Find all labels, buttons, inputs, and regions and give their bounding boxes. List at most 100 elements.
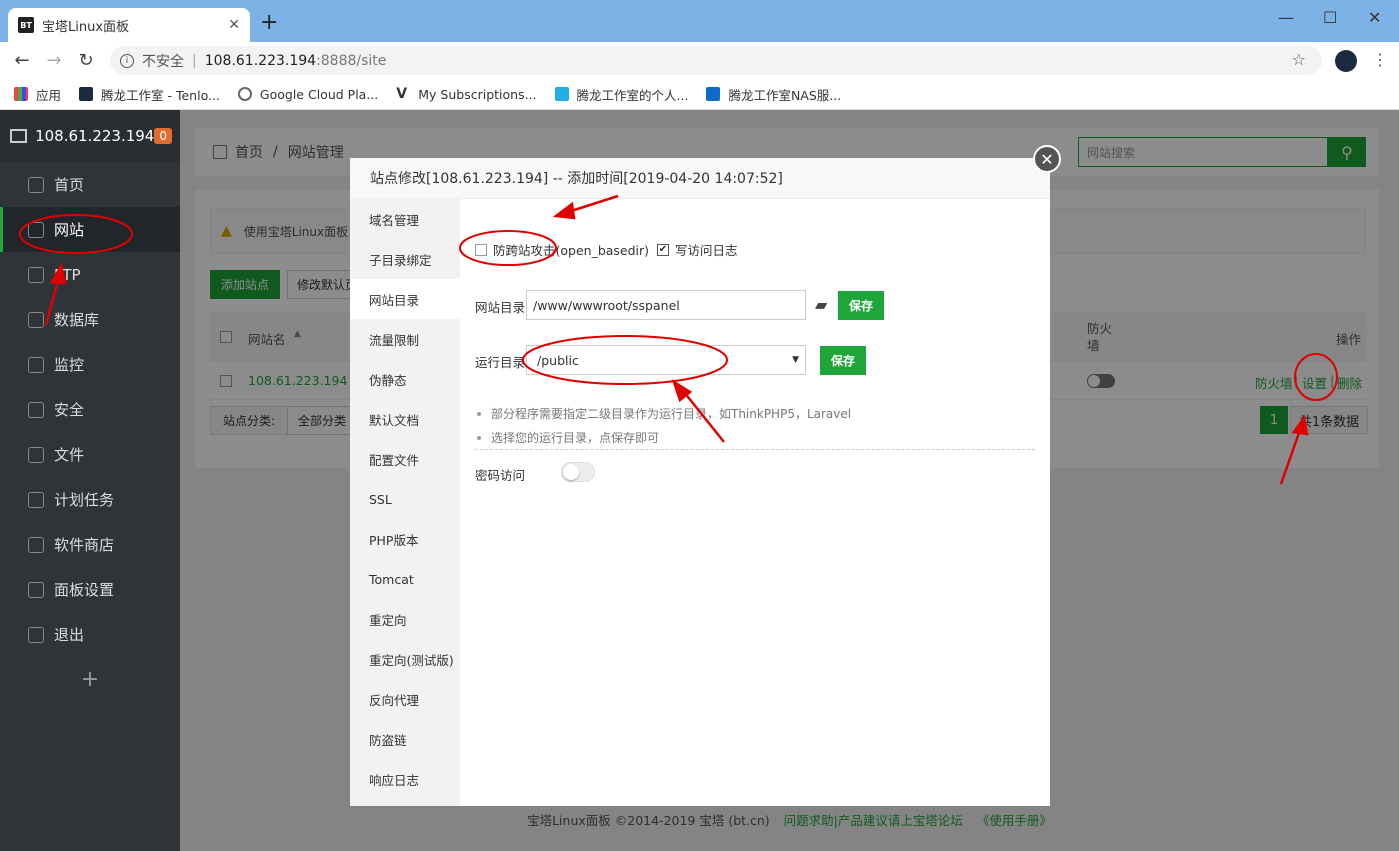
sidebar-item-label: 文件 bbox=[54, 446, 85, 464]
apps-icon bbox=[14, 87, 28, 101]
sidebar-item-10[interactable]: 退出 bbox=[0, 612, 180, 657]
bookmark-label: 腾龙工作室的个人... bbox=[576, 87, 689, 103]
modal-nav-item-13[interactable]: 防盗链 bbox=[350, 719, 460, 759]
url-separator: | bbox=[192, 52, 197, 69]
modal-nav-item-11[interactable]: 重定向(测试版) bbox=[350, 639, 460, 679]
url-host: 108.61.223.194 bbox=[204, 52, 317, 69]
sidebar-add-button[interactable]: + bbox=[0, 657, 180, 702]
open-basedir-checkbox[interactable] bbox=[475, 243, 487, 256]
bookmark-label: 腾龙工作室NAS服... bbox=[728, 87, 842, 103]
grid-icon bbox=[28, 536, 44, 553]
bookmark-label: 腾龙工作室 - Tenlo... bbox=[101, 87, 220, 103]
maximize-icon[interactable]: ☐ bbox=[1323, 8, 1337, 27]
modal-nav-item-9[interactable]: Tomcat bbox=[350, 559, 460, 599]
bookmark-item[interactable]: 腾龙工作室 - Tenlo... bbox=[79, 85, 220, 104]
forward-icon[interactable]: → bbox=[38, 50, 70, 71]
window-close-icon[interactable]: ✕ bbox=[1368, 8, 1381, 27]
ftp-icon bbox=[28, 266, 44, 283]
run-dir-select[interactable]: /public ▼ bbox=[526, 345, 806, 375]
modal-close-button[interactable]: ✕ bbox=[1033, 145, 1061, 173]
site-dir-input[interactable]: /www/wwwroot/sspanel bbox=[526, 290, 806, 320]
password-toggle[interactable] bbox=[561, 462, 595, 482]
modal-nav-item-7[interactable]: SSL bbox=[350, 479, 460, 519]
modal-title: 站点修改[108.61.223.194] -- 添加时间[2019-04-20 … bbox=[350, 158, 1050, 199]
monitor-icon bbox=[10, 129, 28, 143]
modal-nav-item-1[interactable]: 子目录绑定 bbox=[350, 239, 460, 279]
modal-nav-item-0[interactable]: 域名管理 bbox=[350, 199, 460, 239]
modal-nav-item-5[interactable]: 默认文档 bbox=[350, 399, 460, 439]
info-icon[interactable]: i bbox=[120, 53, 134, 68]
sidebar-header: 108.61.223.194 0 bbox=[0, 110, 180, 162]
sidebar-item-7[interactable]: 计划任务 bbox=[0, 477, 180, 522]
sidebar-item-1[interactable]: 网站 bbox=[0, 207, 180, 252]
tip-text: 选择您的运行目录，点保存即可 bbox=[491, 431, 660, 445]
bookmark-item[interactable]: Google Cloud Pla... bbox=[237, 87, 378, 102]
new-tab-icon[interactable]: + bbox=[260, 12, 278, 34]
open-basedir-option[interactable]: 防跨站攻击(open_basedir) bbox=[475, 240, 649, 259]
back-icon[interactable]: ← bbox=[6, 50, 38, 71]
sidebar-item-label: 网站 bbox=[54, 221, 85, 239]
site-edit-modal: 站点修改[108.61.223.194] -- 添加时间[2019-04-20 … bbox=[350, 158, 1050, 806]
logout-icon bbox=[28, 626, 44, 643]
folder-icon bbox=[28, 446, 44, 463]
reload-icon[interactable]: ↻ bbox=[70, 50, 102, 71]
tip-item: 选择您的运行目录，点保存即可 bbox=[477, 429, 659, 446]
modal-body: 防跨站攻击(open_basedir) ✔ 写访问日志 网站目录 /www/ww… bbox=[460, 199, 1050, 806]
modal-nav-item-10[interactable]: 重定向 bbox=[350, 599, 460, 639]
divider bbox=[475, 449, 1035, 450]
bookmark-item[interactable]: 腾龙工作室的个人... bbox=[554, 85, 689, 104]
star-icon[interactable]: ☆ bbox=[1292, 50, 1306, 69]
address-bar-row: ← → ↻ i 不安全 | 108.61.223.194 :8888/site … bbox=[0, 42, 1399, 79]
server-ip: 108.61.223.194 bbox=[35, 127, 155, 145]
modal-nav-item-2[interactable]: 网站目录 bbox=[350, 279, 460, 319]
run-dir-label: 运行目录 bbox=[475, 355, 526, 370]
bilibili-icon bbox=[554, 87, 569, 101]
run-dir-save-button[interactable]: 保存 bbox=[820, 346, 866, 375]
modal-nav-item-6[interactable]: 配置文件 bbox=[350, 439, 460, 479]
browser-tab[interactable]: BT 宝塔Linux面板 ✕ bbox=[8, 8, 250, 42]
insecure-label: 不安全 bbox=[142, 53, 184, 70]
minimize-icon[interactable]: — bbox=[1278, 8, 1294, 27]
sidebar-item-0[interactable]: 首页 bbox=[0, 162, 180, 207]
dsm-icon bbox=[706, 87, 721, 101]
v-icon: V bbox=[396, 86, 408, 102]
modal-nav-item-4[interactable]: 伪静态 bbox=[350, 359, 460, 399]
url-input[interactable]: i 不安全 | 108.61.223.194 :8888/site ☆ bbox=[110, 46, 1322, 75]
modal-nav-item-8[interactable]: PHP版本 bbox=[350, 519, 460, 559]
sidebar-item-9[interactable]: 面板设置 bbox=[0, 567, 180, 612]
access-log-option[interactable]: ✔ 写访问日志 bbox=[657, 240, 738, 259]
access-log-checkbox[interactable]: ✔ bbox=[657, 243, 669, 256]
message-badge[interactable]: 0 bbox=[154, 128, 172, 144]
bookmark-item[interactable]: V My Subscriptions... bbox=[396, 87, 536, 102]
modal-nav-item-12[interactable]: 反向代理 bbox=[350, 679, 460, 719]
sidebar-item-4[interactable]: 监控 bbox=[0, 342, 180, 387]
modal-nav: 域名管理 子目录绑定 网站目录 流量限制 伪静态 默认文档 配置文件 SSL PHP版本 Tomc… bbox=[350, 199, 460, 806]
modal-nav-item-3[interactable]: 流量限制 bbox=[350, 319, 460, 359]
bookmark-item[interactable]: 腾龙工作室NAS服... bbox=[706, 85, 841, 104]
password-label: 密码访问 bbox=[475, 468, 526, 483]
close-icon[interactable]: ✕ bbox=[228, 17, 240, 33]
bt-favicon-icon: BT bbox=[18, 17, 34, 33]
bookmark-label: My Subscriptions... bbox=[418, 86, 537, 102]
bookmark-item[interactable]: 应用 bbox=[14, 85, 61, 104]
sidebar-item-label: FTP bbox=[54, 265, 81, 284]
sidebar-item-3[interactable]: 数据库 bbox=[0, 297, 180, 342]
site-dir-save-button[interactable]: 保存 bbox=[838, 291, 884, 320]
profile-avatar[interactable] bbox=[1335, 50, 1357, 72]
shield-icon bbox=[28, 401, 44, 418]
folder-open-icon[interactable]: ▰ bbox=[815, 295, 827, 314]
modal-nav-item-14[interactable]: 响应日志 bbox=[350, 759, 460, 799]
sidebar-item-6[interactable]: 文件 bbox=[0, 432, 180, 477]
sidebar-item-5[interactable]: 安全 bbox=[0, 387, 180, 432]
tab-title: 宝塔Linux面板 bbox=[42, 19, 130, 35]
open-basedir-label: 防跨站攻击(open_basedir) bbox=[493, 243, 650, 258]
menu-dots-icon[interactable]: ⋮ bbox=[1372, 50, 1388, 69]
sidebar: 108.61.223.194 0 首页网站 FTP 数据库 监控 安全文件计划任务软件商… bbox=[0, 110, 180, 851]
sidebar-item-label: 软件商店 bbox=[54, 536, 115, 554]
sidebar-item-8[interactable]: 软件商店 bbox=[0, 522, 180, 567]
sidebar-item-label: 退出 bbox=[54, 626, 85, 644]
sidebar-item-2[interactable]: FTP bbox=[0, 252, 180, 297]
globe-icon bbox=[28, 221, 44, 238]
run-dir-value: /public bbox=[537, 352, 579, 368]
home-icon bbox=[28, 176, 44, 193]
